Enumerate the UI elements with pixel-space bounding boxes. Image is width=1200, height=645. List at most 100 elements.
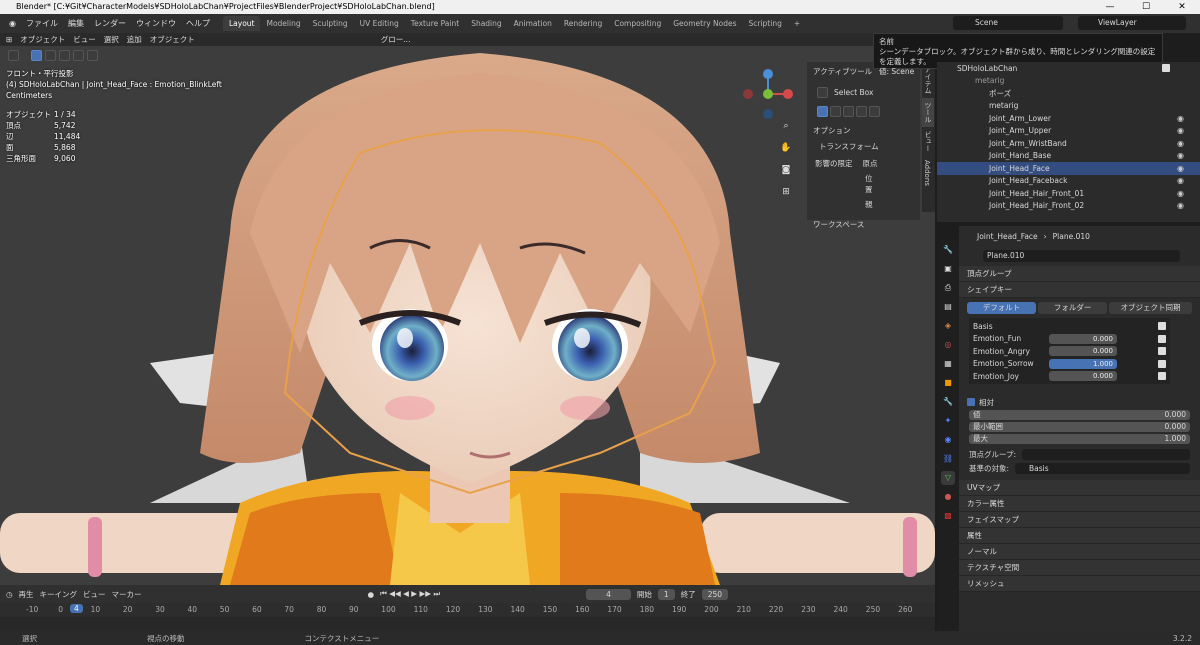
tab-layout[interactable]: Layout (222, 16, 261, 31)
start-frame-field[interactable]: 1 (657, 588, 675, 600)
menu-keying[interactable]: キーイング (40, 589, 78, 600)
view-layer-tab-icon[interactable]: ▤ (941, 300, 955, 314)
tab-shading[interactable]: Shading (465, 19, 507, 28)
select-box-icon[interactable] (817, 87, 828, 98)
physics-tab-icon[interactable]: ◉ (941, 433, 955, 447)
menu-timeline-view[interactable]: ビュー (83, 589, 106, 600)
scene-tab-icon[interactable]: ◈ (941, 319, 955, 333)
outliner-row[interactable]: SDHoloLabChan (937, 62, 1200, 75)
mode-inv-icon[interactable] (856, 106, 867, 117)
shape-key-row[interactable]: Emotion_Angry 0.000 (973, 345, 1166, 358)
mode-new-icon[interactable] (817, 106, 828, 117)
face-maps-section[interactable]: フェイスマップ (959, 512, 1200, 528)
tab-compositing[interactable]: Compositing (608, 19, 667, 28)
uv-maps-section[interactable]: UVマップ (959, 480, 1200, 496)
options-header[interactable]: オプション (807, 119, 920, 138)
outliner-row[interactable]: metarig (937, 100, 1200, 113)
transform-orientation[interactable]: グロー... (381, 34, 411, 45)
eye-icon[interactable]: ◉ (1177, 189, 1184, 198)
object-tab-icon[interactable]: ■ (941, 376, 955, 390)
shape-key-value[interactable]: 0.000 (1049, 346, 1117, 357)
mode-and-icon[interactable] (869, 106, 880, 117)
shape-key-value[interactable]: 0.000 (1049, 333, 1117, 344)
editor-type-icon[interactable]: ⊞ (6, 35, 12, 44)
shape-key-row[interactable]: Basis (973, 320, 1166, 333)
render-tab-icon[interactable]: ▣ (941, 262, 955, 276)
tab-view[interactable]: ビュー (922, 127, 934, 156)
mode-sub-icon[interactable] (843, 106, 854, 117)
tab-sculpting[interactable]: Sculpting (307, 19, 354, 28)
current-frame-field[interactable]: 4 (586, 588, 631, 600)
select-mode-new-icon[interactable] (31, 49, 42, 61)
timeline-editor-icon[interactable]: ◷ (6, 590, 13, 599)
end-frame-field[interactable]: 250 (701, 588, 729, 600)
mode-selector[interactable]: オブジェクト (20, 34, 65, 45)
grid-icon[interactable]: ⊞ (778, 184, 794, 200)
normals-section[interactable]: ノーマル (959, 544, 1200, 560)
value-field[interactable]: 値 0.000 (969, 410, 1190, 420)
vertex-groups-section[interactable]: 頂点グループ (959, 266, 1200, 282)
playback-controls[interactable]: ⏮ ◀◀ ◀ ▶ ▶▶ ⏭ (380, 589, 440, 599)
outliner-row[interactable]: Joint_Hand_Base ◉ (937, 150, 1200, 163)
add-workspace-button[interactable]: + (788, 19, 806, 28)
modifier-tab-icon[interactable]: 🔧 (941, 395, 955, 409)
minimize-button[interactable]: — (1092, 0, 1128, 14)
range-max-field[interactable]: 最大 1.000 (969, 434, 1190, 444)
material-tab-icon[interactable]: ● (941, 490, 955, 504)
navigation-gizmo[interactable] (743, 66, 793, 126)
outliner-row[interactable]: metarig (937, 75, 1200, 88)
select-mode-invert-icon[interactable] (73, 49, 84, 61)
parent-checkbox[interactable]: 親 (807, 196, 923, 213)
outliner-row[interactable]: Joint_Arm_Upper ◉ (937, 125, 1200, 138)
zoom-icon[interactable]: ⌕ (778, 118, 794, 134)
eye-icon[interactable]: ◉ (1177, 126, 1184, 135)
tool-tab-icon[interactable]: 🔧 (941, 243, 955, 257)
menu-render[interactable]: レンダー (89, 18, 131, 29)
menu-add[interactable]: 追加 (127, 34, 142, 45)
camera-icon[interactable]: ◙ (778, 162, 794, 178)
range-min-field[interactable]: 最小範囲 0.000 (969, 422, 1190, 432)
viewlayer-selector[interactable]: ViewLayer (1078, 16, 1186, 30)
tab-tool[interactable]: ツール (922, 98, 934, 127)
eye-icon[interactable]: ◉ (1177, 114, 1184, 123)
outliner-row[interactable]: Joint_Head_Faceback ◉ (937, 175, 1200, 188)
current-frame-marker[interactable]: 4 (70, 604, 83, 613)
menu-help[interactable]: ヘルプ (181, 18, 215, 29)
tab-uv-editing[interactable]: UV Editing (354, 19, 405, 28)
menu-playback[interactable]: 再生 (19, 589, 34, 600)
shape-key-value[interactable]: 0.000 (1049, 371, 1117, 382)
mode-extend-icon[interactable] (830, 106, 841, 117)
tab-geometry-nodes[interactable]: Geometry Nodes (667, 19, 742, 28)
location-checkbox[interactable]: 位置 (807, 172, 923, 196)
3d-viewport[interactable] (0, 33, 935, 585)
outliner-row-selected[interactable]: Joint_Head_Face ◉ (937, 162, 1200, 175)
menu-view[interactable]: ビュー (73, 34, 96, 45)
tab-modeling[interactable]: Modeling (260, 19, 306, 28)
eye-icon[interactable]: ◉ (1177, 164, 1184, 173)
remesh-section[interactable]: リメッシュ (959, 576, 1200, 592)
outliner-row[interactable]: Joint_Arm_WristBand ◉ (937, 137, 1200, 150)
tab-default[interactable]: デフォルト (967, 302, 1037, 314)
menu-select[interactable]: 選択 (104, 34, 119, 45)
select-mode-subtract-icon[interactable] (59, 49, 70, 61)
mesh-name-field[interactable]: Plane.010 (983, 250, 1180, 262)
select-tool-icon[interactable] (8, 49, 19, 61)
relative-toggle[interactable]: 相対 (959, 396, 1200, 408)
outliner-row[interactable]: Joint_Head_Hair_Front_02 ◉ (937, 200, 1200, 213)
tab-scripting[interactable]: Scripting (743, 19, 788, 28)
workspace-header[interactable]: ワークスペース (807, 213, 920, 236)
output-tab-icon[interactable]: ⎙ (941, 281, 955, 295)
menu-object[interactable]: オブジェクト (150, 34, 195, 45)
outliner-row[interactable]: Joint_Head_Hair_Front_01 ◉ (937, 187, 1200, 200)
particles-tab-icon[interactable]: ✦ (941, 414, 955, 428)
shape-keys-section[interactable]: シェイプキー (959, 282, 1200, 298)
tab-texture-paint[interactable]: Texture Paint (405, 19, 465, 28)
record-button[interactable]: ● (368, 590, 375, 599)
texture-space-section[interactable]: テクスチャ空間 (959, 560, 1200, 576)
shape-key-row[interactable]: Emotion_Joy 0.000 (973, 370, 1166, 383)
transform-header[interactable]: トランスフォーム (807, 138, 920, 155)
collection-tab-icon[interactable]: ▦ (941, 357, 955, 371)
eye-icon[interactable]: ◉ (1177, 201, 1184, 210)
close-button[interactable]: ✕ (1164, 0, 1200, 14)
tab-object-sync[interactable]: オブジェクト同期 (1109, 302, 1192, 314)
